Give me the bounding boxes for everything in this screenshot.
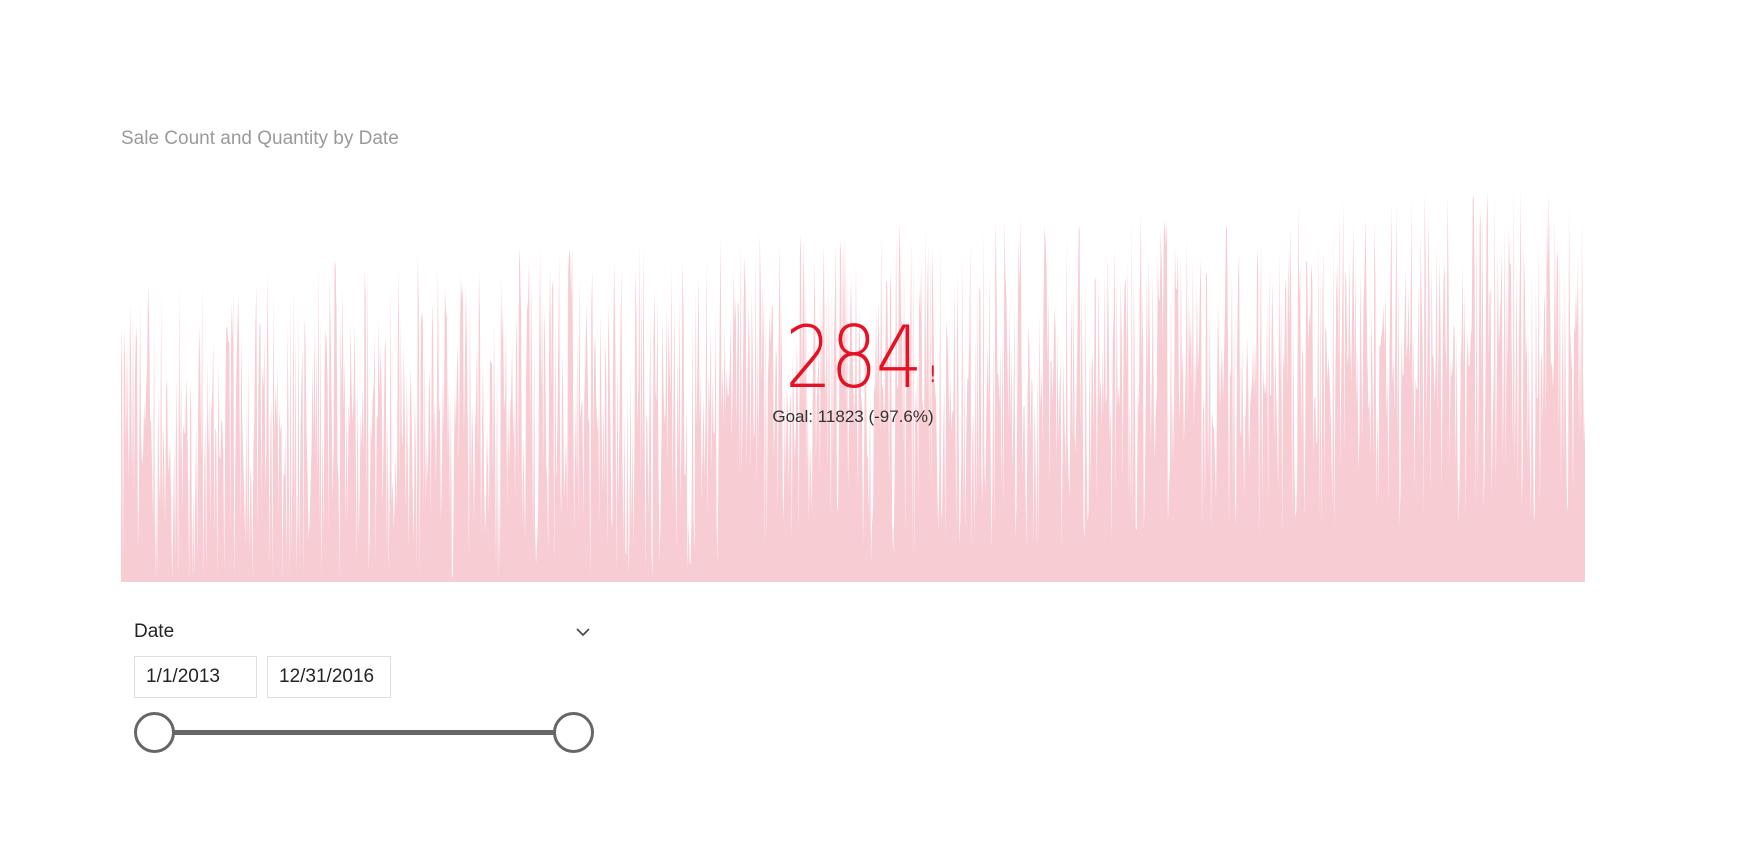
date-slicer: Date (134, 615, 596, 760)
slicer-header: Date (134, 621, 175, 642)
trend-area-chart (121, 185, 1585, 582)
range-start-handle[interactable] (134, 712, 175, 753)
start-date-input[interactable] (134, 656, 257, 698)
kpi-card[interactable]: Sale Count and Quantity by Date 284 ! Go… (121, 120, 1585, 582)
range-end-handle[interactable] (553, 712, 594, 753)
date-range-track[interactable] (154, 730, 574, 735)
trend-area (121, 185, 1585, 582)
end-date-input[interactable] (267, 656, 391, 698)
chevron-down-icon[interactable] (574, 623, 592, 641)
kpi-title: Sale Count and Quantity by Date (121, 128, 399, 149)
